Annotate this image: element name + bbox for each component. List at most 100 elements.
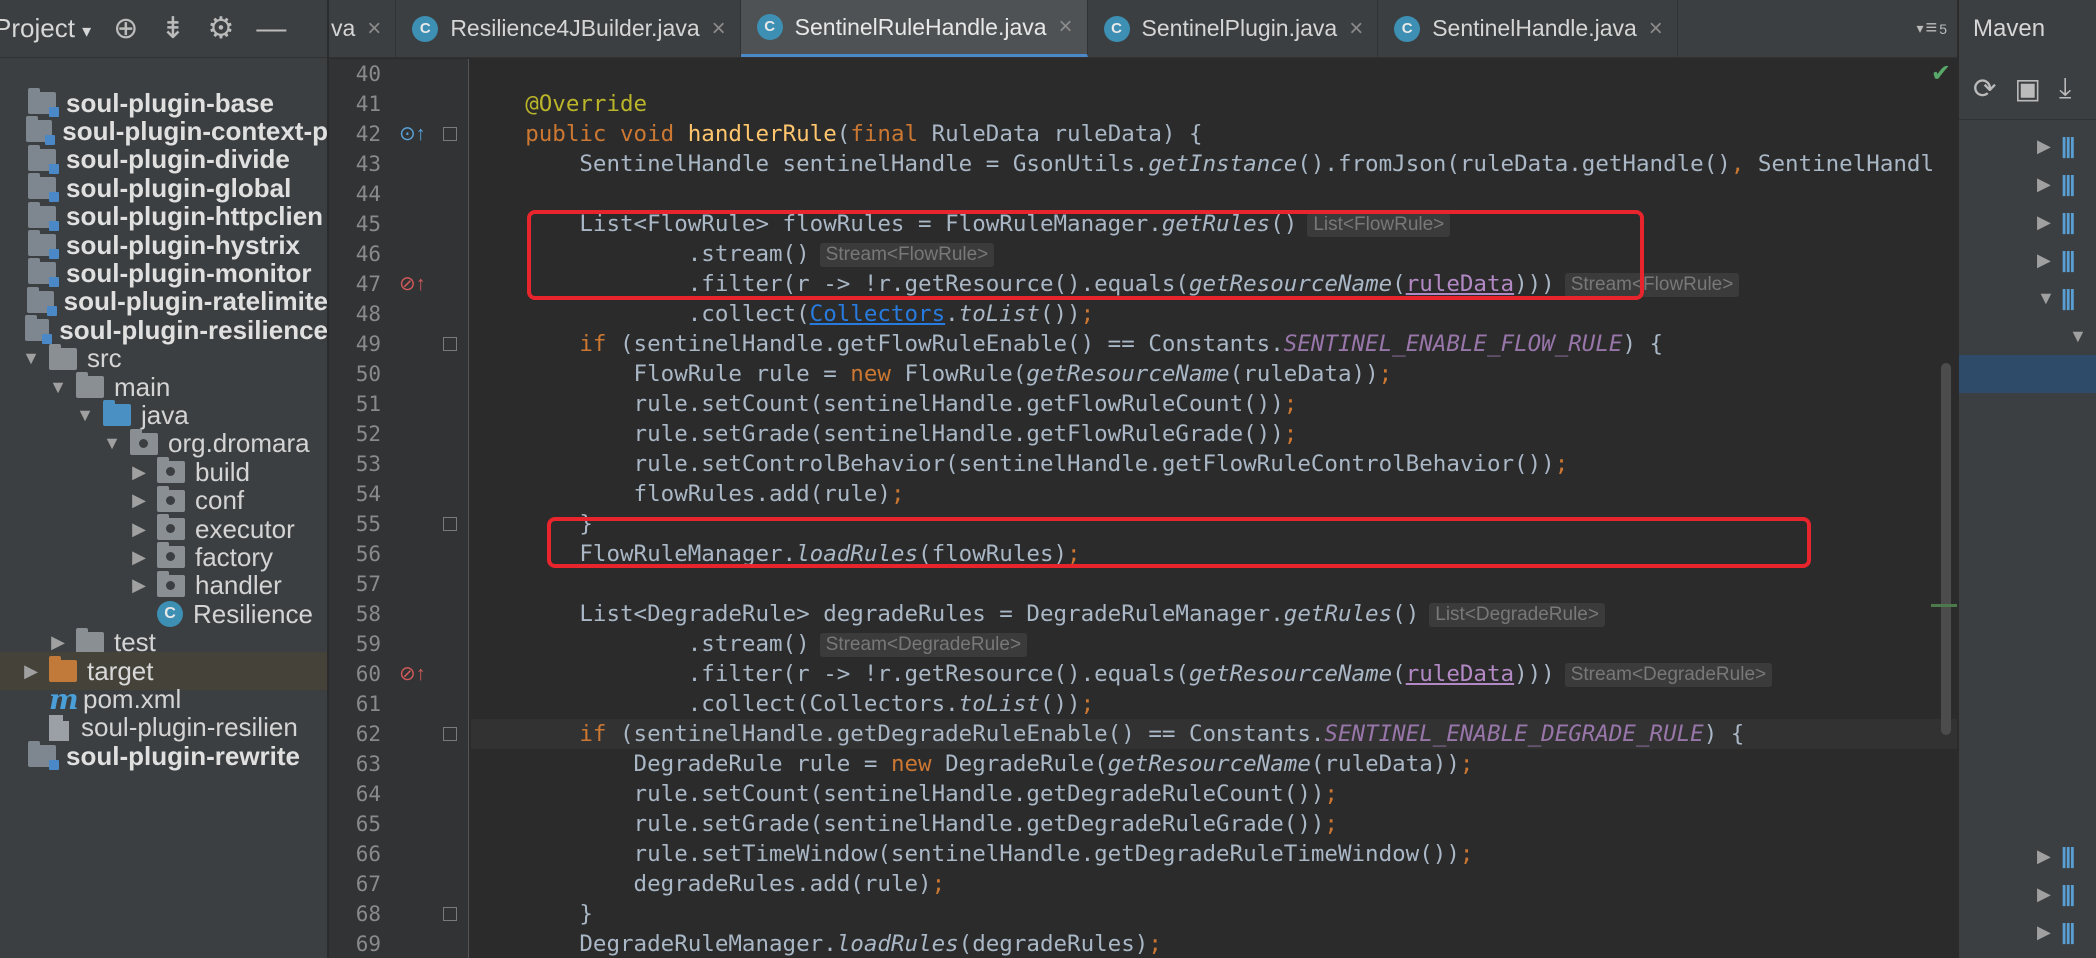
code-line[interactable]: .stream() Stream<DegradeRule> xyxy=(471,629,1028,659)
code-editor[interactable]: 40 41 42 ⊙↑ 43 44 45 46 47 ⊘↑ 48 49 50 51 52 53 54 55 56 57… xyxy=(329,59,1957,958)
code-line[interactable]: FlowRuleManager.loadRules(flowRules); xyxy=(471,539,1080,569)
code-area[interactable]: @Override public void handlerRule(final … xyxy=(471,59,1957,958)
expand-arrow-down-icon[interactable]: ▼ xyxy=(21,348,41,369)
code-line[interactable]: rule.setCount(sentinelHandle.getDegradeR… xyxy=(471,779,1338,809)
close-icon[interactable]: × xyxy=(712,15,726,43)
code-line[interactable]: DegradeRuleManager.loadRules(degradeRule… xyxy=(471,929,1162,958)
expand-arrow-right-icon[interactable]: ▶ xyxy=(21,661,41,682)
expand-arrow-right-icon[interactable]: ▶ xyxy=(2037,250,2061,271)
fold-marker-icon[interactable] xyxy=(443,727,457,741)
code-line[interactable]: rule.setCount(sentinelHandle.getFlowRule… xyxy=(471,389,1298,419)
code-line[interactable]: .collect(Collectors.toList()); xyxy=(471,689,1094,719)
maven-tree-item[interactable]: ▼ ||| xyxy=(1959,279,2096,317)
maven-tree-item[interactable]: ▶ ||| xyxy=(1959,837,2096,875)
maven-tree-item[interactable]: ▶ ||| xyxy=(1959,241,2096,279)
expand-arrow-right-icon[interactable]: ▶ xyxy=(2037,846,2061,867)
expand-arrow-right-icon[interactable]: ▶ xyxy=(2037,174,2061,195)
expand-arrow-right-icon[interactable]: ▶ xyxy=(2037,922,2061,943)
fold-marker-icon[interactable] xyxy=(443,907,457,921)
expand-arrow-right-icon[interactable]: ▶ xyxy=(2037,212,2061,233)
tree-item[interactable]: soul-plugin-rewrite xyxy=(0,737,327,775)
code-line[interactable]: .filter(r -> !r.getResource().equals(get… xyxy=(471,269,1740,299)
editor-gutter[interactable]: 40 41 42 ⊙↑ 43 44 45 46 47 ⊘↑ 48 49 50 51 52 53 54 55 56 57… xyxy=(329,59,469,958)
package-icon xyxy=(157,457,185,484)
expand-arrow-down-icon[interactable]: ▼ xyxy=(2069,326,2093,347)
expand-arrow-right-icon[interactable]: ▶ xyxy=(129,462,149,483)
line-number: 62 xyxy=(355,722,381,746)
reimport-icon[interactable]: ▣ xyxy=(2014,72,2040,105)
code-line[interactable]: @Override xyxy=(471,89,647,119)
gear-icon[interactable]: ⚙ xyxy=(207,13,234,44)
download-icon[interactable]: ⤓ xyxy=(2059,72,2071,105)
code-line[interactable]: .filter(r -> !r.getResource().equals(get… xyxy=(471,659,1773,689)
lambda-breakpoint-icon[interactable]: ⊘↑ xyxy=(399,271,426,296)
close-icon[interactable]: × xyxy=(367,15,381,43)
close-icon[interactable]: × xyxy=(1059,13,1073,41)
maven-tree-item[interactable] xyxy=(1959,355,2096,393)
expand-arrow-down-icon[interactable]: ▼ xyxy=(2037,288,2061,309)
code-line[interactable]: } xyxy=(471,509,593,539)
module-folder-icon xyxy=(28,201,59,231)
editor-tab-label: SentinelRuleHandle.java xyxy=(794,13,1047,40)
expand-arrow-down-icon[interactable]: ▼ xyxy=(102,433,122,454)
expand-arrow-right-icon[interactable]: ▶ xyxy=(129,490,149,511)
lambda-breakpoint-icon[interactable]: ⊘↑ xyxy=(399,661,426,686)
close-icon[interactable]: × xyxy=(1649,15,1663,43)
expand-arrow-right-icon[interactable]: ▶ xyxy=(48,632,68,653)
code-line[interactable]: rule.setTimeWindow(sentinelHandle.getDeg… xyxy=(471,839,1474,869)
override-method-icon[interactable]: ⊙↑ xyxy=(399,121,426,146)
maven-panel-title[interactable]: Maven xyxy=(1959,0,2096,58)
maven-tree-item[interactable]: ▶ ||| xyxy=(1959,165,2096,203)
editor-tab-bar: va × C Resilience4JBuilder.java × C SentinelRu… xyxy=(329,0,1957,58)
close-icon[interactable]: × xyxy=(1349,15,1363,43)
expand-arrow-right-icon[interactable]: ▶ xyxy=(2037,884,2061,905)
code-line[interactable]: rule.setGrade(sentinelHandle.getFlowRule… xyxy=(471,419,1298,449)
code-line[interactable]: } xyxy=(471,899,593,929)
maven-tree-item[interactable]: ▶ ||| xyxy=(1959,127,2096,165)
expand-arrow-right-icon[interactable]: ▶ xyxy=(2037,136,2061,157)
crosshair-icon[interactable]: ⊕ xyxy=(113,13,138,44)
refresh-icon[interactable]: ⟳ xyxy=(1973,72,1996,105)
code-line[interactable]: flowRules.add(rule); xyxy=(471,479,905,509)
maven-tree-item[interactable]: ▶ ||| xyxy=(1959,913,2096,951)
code-line[interactable]: degradeRules.add(rule); xyxy=(471,869,946,899)
code-line[interactable]: .collect(Collectors.toList()); xyxy=(471,299,1094,329)
tab-overflow-button[interactable]: ▾ ≡ 5 xyxy=(1917,0,1958,57)
editor-tab[interactable]: C SentinelHandle.java × xyxy=(1378,0,1678,57)
editor-tab[interactable]: C SentinelRuleHandle.java × xyxy=(740,0,1088,57)
minus-icon[interactable]: — xyxy=(256,13,286,44)
code-line[interactable]: .stream() Stream<FlowRule> xyxy=(471,239,995,269)
editor-tab[interactable]: va × xyxy=(329,0,397,57)
fold-marker-icon[interactable] xyxy=(443,337,457,351)
maven-tree-item[interactable]: ▶ ||| xyxy=(1959,203,2096,241)
expand-arrow-right-icon[interactable]: ▶ xyxy=(129,519,149,540)
code-line[interactable]: List<FlowRule> flowRules = FlowRuleManag… xyxy=(471,209,1451,239)
code-line[interactable]: rule.setControlBehavior(sentinelHandle.g… xyxy=(471,449,1569,479)
code-line[interactable]: List<DegradeRule> degradeRules = Degrade… xyxy=(471,599,1605,629)
code-line[interactable]: public void handlerRule(final RuleData r… xyxy=(471,119,1202,149)
editor-tab[interactable]: C Resilience4JBuilder.java × xyxy=(396,0,741,57)
fold-marker-icon[interactable] xyxy=(443,517,457,531)
line-number: 69 xyxy=(355,932,381,956)
maven-tree-item[interactable]: ▶ ||| xyxy=(1959,875,2096,913)
editor-scrollbar-thumb[interactable] xyxy=(1941,363,1951,735)
expand-arrow-down-icon[interactable]: ▼ xyxy=(75,405,95,426)
error-stripe-mark[interactable] xyxy=(1931,604,1957,607)
line-number: 64 xyxy=(355,782,381,806)
code-line[interactable]: if (sentinelHandle.getDegradeRuleEnable(… xyxy=(471,719,1957,749)
collapse-all-icon[interactable]: ⇟ xyxy=(160,13,185,44)
expand-arrow-down-icon[interactable]: ▼ xyxy=(48,377,68,398)
project-panel-title[interactable]: Project ▾ xyxy=(0,13,91,44)
code-line[interactable]: FlowRule rule = new FlowRule(getResource… xyxy=(471,359,1393,389)
expand-arrow-right-icon[interactable]: ▶ xyxy=(129,575,149,596)
expand-arrow-right-icon[interactable]: ▶ xyxy=(129,547,149,568)
maven-tree-item[interactable]: ▼ xyxy=(1959,317,2096,355)
code-line[interactable]: rule.setGrade(sentinelHandle.getDegradeR… xyxy=(471,809,1338,839)
fold-marker-icon[interactable] xyxy=(443,127,457,141)
code-line[interactable]: SentinelHandle sentinelHandle = GsonUtil… xyxy=(471,149,1934,179)
code-line[interactable]: if (sentinelHandle.getFlowRuleEnable() =… xyxy=(471,329,1663,359)
chevron-down-icon[interactable]: ▾ xyxy=(82,21,91,41)
project-panel: Project ▾ ⊕ ⇟ ⚙ — soul-plugin-base soul-p… xyxy=(0,0,328,958)
code-line[interactable]: DegradeRule rule = new DegradeRule(getRe… xyxy=(471,749,1474,779)
editor-tab[interactable]: C SentinelPlugin.java × xyxy=(1088,0,1379,57)
